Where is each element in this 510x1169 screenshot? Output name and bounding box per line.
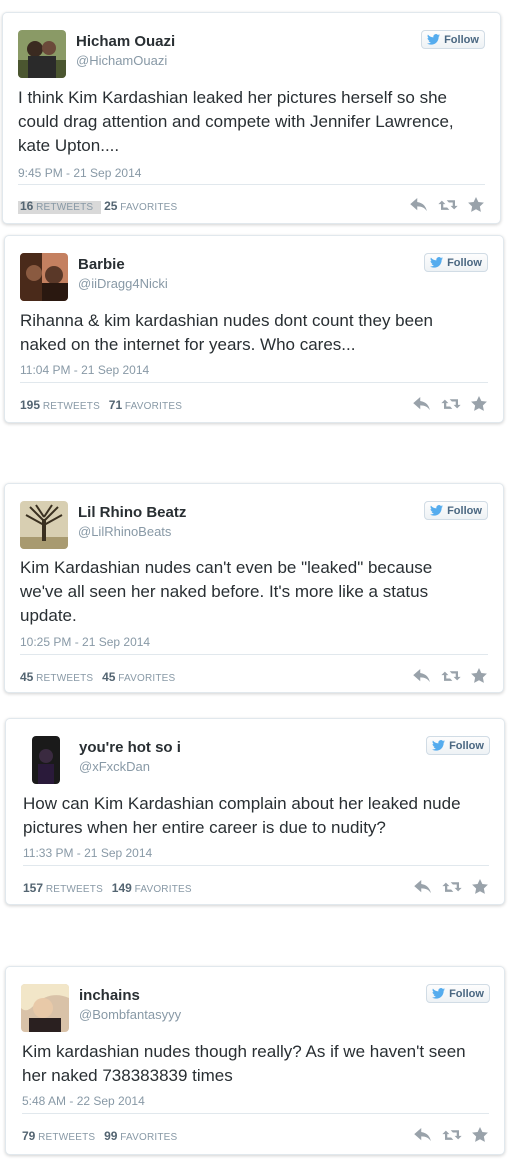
display-name[interactable]: Lil Rhino Beatz — [78, 504, 186, 521]
display-name[interactable]: you're hot so i — [79, 739, 181, 756]
user-handle[interactable]: @LilRhinoBeats — [78, 524, 171, 539]
favorite-count[interactable]: 71 FAVORITES — [109, 398, 188, 412]
tweet-text: Rihanna & kim kardashian nudes dont coun… — [20, 311, 433, 354]
user-handle[interactable]: @xFxckDan — [79, 759, 150, 774]
follow-label: Follow — [447, 256, 482, 269]
avatar[interactable] — [20, 253, 68, 301]
favorite-count[interactable]: 45 FAVORITES — [102, 670, 181, 684]
tweet-stats: 45 RETWEETS 45 FAVORITES — [20, 670, 181, 684]
divider — [23, 865, 489, 866]
retweet-count[interactable]: 16 RETWEETS — [18, 199, 102, 214]
tweet-stats: 157 RETWEETS 149 FAVORITES — [23, 881, 198, 895]
avatar[interactable] — [21, 984, 69, 1032]
retweet-count[interactable]: 195 RETWEETS — [20, 398, 106, 412]
avatar[interactable] — [18, 30, 66, 78]
tweet-actions — [414, 879, 488, 894]
follow-label: Follow — [447, 504, 482, 517]
divider — [20, 654, 488, 655]
follow-label: Follow — [449, 987, 484, 1000]
tweet-text: Kim Kardashian nudes can't even be "leak… — [20, 558, 433, 625]
tweet-timestamp[interactable]: 9:45 PM - 21 Sep 2014 — [18, 166, 141, 180]
retweet-count[interactable]: 79 RETWEETS — [22, 1129, 101, 1143]
tweet-actions — [414, 1127, 488, 1142]
follow-button[interactable]: Follow — [421, 30, 485, 49]
tweet-timestamp[interactable]: 10:25 PM - 21 Sep 2014 — [20, 635, 150, 649]
reply-icon[interactable] — [414, 880, 432, 894]
follow-button[interactable]: Follow — [424, 253, 488, 272]
favorite-count[interactable]: 149 FAVORITES — [112, 881, 198, 895]
retweet-icon[interactable] — [441, 397, 461, 411]
tweet-text: How can Kim Kardashian complain about he… — [23, 794, 461, 837]
tweet-card: Hicham Ouazi @HichamOuazi Follow I think… — [2, 12, 501, 224]
favorite-icon[interactable] — [471, 396, 487, 411]
tweet-text: Kim kardashian nudes though really? As i… — [22, 1042, 466, 1085]
follow-label: Follow — [449, 739, 484, 752]
divider — [20, 382, 488, 383]
user-handle[interactable]: @iiDragg4Nicki — [78, 276, 168, 291]
twitter-bird-icon — [432, 988, 445, 999]
tweet-stats: 16 RETWEETS 25 FAVORITES — [18, 199, 183, 214]
user-handle[interactable]: @Bombfantasyyy — [79, 1007, 181, 1022]
avatar[interactable] — [32, 736, 60, 784]
retweet-icon[interactable] — [442, 880, 462, 894]
display-name[interactable]: Barbie — [78, 256, 125, 273]
tweet-text: I think Kim Kardashian leaked her pictur… — [18, 88, 454, 155]
reply-icon[interactable] — [413, 669, 431, 683]
reply-icon[interactable] — [414, 1128, 432, 1142]
twitter-bird-icon — [432, 740, 445, 751]
favorite-icon[interactable] — [472, 879, 488, 894]
divider — [18, 184, 485, 185]
avatar[interactable] — [20, 501, 68, 549]
favorite-count[interactable]: 99 FAVORITES — [104, 1129, 183, 1143]
tweet-stats: 195 RETWEETS 71 FAVORITES — [20, 398, 188, 412]
tweet-card: inchains @Bombfantasyyy Follow Kim karda… — [5, 966, 505, 1155]
tweet-card: you're hot so i @xFxckDan Follow How can… — [5, 718, 505, 905]
twitter-bird-icon — [430, 257, 443, 268]
follow-button[interactable]: Follow — [426, 984, 490, 1003]
follow-label: Follow — [444, 33, 479, 46]
twitter-bird-icon — [427, 34, 440, 45]
tweet-actions — [410, 197, 484, 212]
favorite-icon[interactable] — [468, 197, 484, 212]
retweet-icon[interactable] — [441, 669, 461, 683]
reply-icon[interactable] — [413, 397, 431, 411]
retweet-icon[interactable] — [438, 198, 458, 212]
divider — [22, 1113, 489, 1114]
favorite-count[interactable]: 25 FAVORITES — [104, 199, 183, 213]
twitter-bird-icon — [430, 505, 443, 516]
display-name[interactable]: inchains — [79, 987, 140, 1004]
tweet-timestamp[interactable]: 11:04 PM - 21 Sep 2014 — [20, 363, 149, 377]
user-handle[interactable]: @HichamOuazi — [76, 53, 167, 68]
tweet-actions — [413, 396, 487, 411]
tweet-card: Barbie @iiDragg4Nicki Follow Rihanna & k… — [4, 235, 504, 423]
display-name[interactable]: Hicham Ouazi — [76, 33, 175, 50]
tweet-timestamp[interactable]: 11:33 PM - 21 Sep 2014 — [23, 846, 152, 860]
favorite-icon[interactable] — [471, 668, 487, 683]
reply-icon[interactable] — [410, 198, 428, 212]
tweet-actions — [413, 668, 487, 683]
tweet-timestamp[interactable]: 5:48 AM - 22 Sep 2014 — [22, 1094, 145, 1108]
tweet-stats: 79 RETWEETS 99 FAVORITES — [22, 1129, 183, 1143]
favorite-icon[interactable] — [472, 1127, 488, 1142]
retweet-count[interactable]: 45 RETWEETS — [20, 670, 99, 684]
follow-button[interactable]: Follow — [424, 501, 488, 520]
retweet-icon[interactable] — [442, 1128, 462, 1142]
retweet-count[interactable]: 157 RETWEETS — [23, 881, 109, 895]
tweet-card: Lil Rhino Beatz @LilRhinoBeats Follow Ki… — [4, 483, 504, 693]
follow-button[interactable]: Follow — [426, 736, 490, 755]
